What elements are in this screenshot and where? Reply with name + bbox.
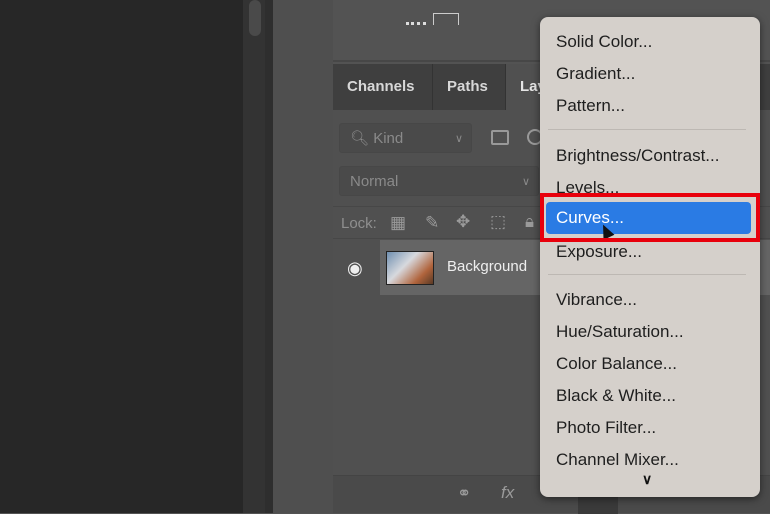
fx-icon[interactable]: fx: [501, 483, 514, 503]
chevron-down-icon: ∨: [521, 176, 530, 188]
eye-visibility-icon[interactable]: ◉: [347, 258, 363, 279]
tab-paths[interactable]: Paths: [433, 64, 506, 110]
document-canvas: [0, 0, 243, 513]
fill-label-fragment: [406, 18, 426, 25]
panel-divider: [265, 0, 273, 513]
scrollbar-track[interactable]: [243, 0, 265, 513]
menu-item-color-balance[interactable]: Color Balance...: [556, 351, 677, 377]
menu-item-hue-saturation[interactable]: Hue/Saturation...: [556, 319, 684, 345]
menu-separator: [548, 129, 746, 130]
tab-channels[interactable]: Channels: [333, 64, 433, 110]
annotation-highlight-box: [540, 193, 760, 242]
layer-name: Background: [447, 258, 528, 275]
menu-item-black-white[interactable]: Black & White...: [556, 383, 676, 409]
menu-item-pattern[interactable]: Pattern...: [556, 93, 625, 119]
link-icon[interactable]: ⚭: [457, 484, 471, 504]
layer-thumbnail: [386, 251, 434, 285]
scroll-down-chevron-icon[interactable]: ∨: [642, 471, 652, 488]
panel-dock-column: [273, 0, 333, 513]
menu-separator: [548, 274, 746, 275]
menu-item-gradient[interactable]: Gradient...: [556, 61, 635, 87]
menu-item-brightness-contrast[interactable]: Brightness/Contrast...: [556, 143, 719, 169]
lock-all-icon[interactable]: 🔒︎: [525, 212, 534, 232]
scrollbar-thumb[interactable]: [249, 0, 261, 36]
blend-mode-label: Normal: [350, 173, 399, 190]
lock-transparent-pixels-icon[interactable]: ▦: [390, 213, 406, 233]
menu-item-channel-mixer[interactable]: Channel Mixer...: [556, 447, 679, 473]
blend-mode-select[interactable]: Normal ∨: [339, 166, 539, 196]
chevron-down-icon: ∨: [454, 133, 463, 145]
menu-item-solid-color[interactable]: Solid Color...: [556, 29, 652, 55]
image-filter-icon[interactable]: [491, 130, 509, 145]
filter-kind-select[interactable]: 🔍︎ Kind ∨: [339, 123, 472, 153]
lock-position-move-icon[interactable]: ✥: [456, 212, 470, 232]
adjustment-layer-menu: Solid Color... Gradient... Pattern... Br…: [540, 17, 760, 497]
lock-label: Lock:: [341, 215, 377, 232]
fill-field[interactable]: [433, 13, 459, 25]
menu-item-vibrance[interactable]: Vibrance...: [556, 287, 637, 313]
filter-kind-label: Kind: [373, 130, 404, 147]
lock-artboard-icon[interactable]: ⬚: [490, 212, 506, 232]
menu-item-photo-filter[interactable]: Photo Filter...: [556, 415, 656, 441]
lock-image-pixels-brush-icon[interactable]: ✎: [425, 213, 439, 233]
search-icon: 🔍︎: [350, 130, 370, 147]
menu-item-exposure[interactable]: Exposure...: [556, 239, 642, 265]
